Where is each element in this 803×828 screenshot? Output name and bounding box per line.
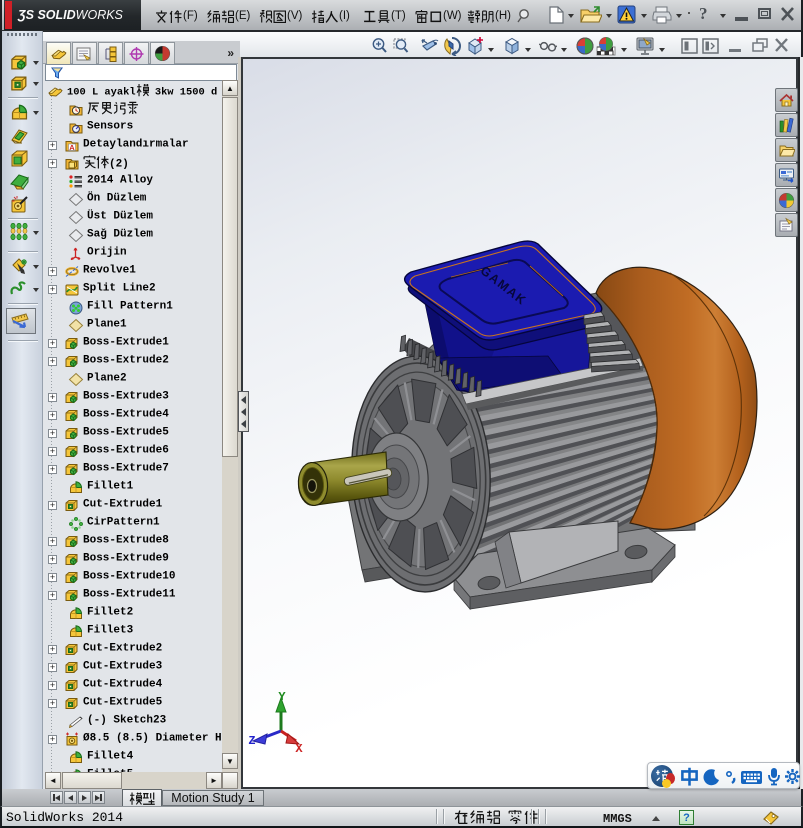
svg-text:Z: Z	[248, 734, 255, 748]
svg-text:X: X	[295, 742, 303, 756]
svg-text:Y: Y	[278, 690, 286, 704]
